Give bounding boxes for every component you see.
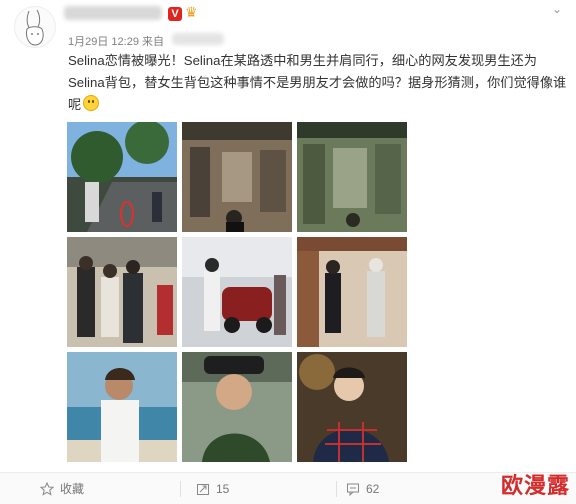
bunny-avatar [26,9,44,46]
separator [180,481,181,497]
comment-count: 62 [366,481,380,496]
photo-9[interactable] [297,352,407,462]
photo-5[interactable] [182,237,292,347]
post-body: Selina恋情被曝光！Selina在某路透中和男生并肩同行，细心的网友发现男生… [68,53,567,112]
photo-3[interactable] [297,122,407,232]
repost-icon [197,483,209,495]
post-meta: 1月29日 12:29 来自 [68,36,164,48]
photo-7[interactable] [67,352,177,462]
photo-grid [67,122,407,464]
smile-emoji [83,95,100,111]
repost-button[interactable]: 15 [196,473,229,504]
favorite-button[interactable]: 收藏 [40,473,84,504]
separator [336,481,337,497]
comment-button[interactable]: 62 [346,473,379,504]
photo-4[interactable] [67,237,177,347]
site-watermark: 欧漫露 [500,474,570,499]
post-actions: 收藏 15 62 [0,473,576,504]
chevron-down-icon[interactable]: ⌄ [552,2,562,16]
repost-count: 15 [216,481,230,496]
photo-1[interactable] [67,122,177,232]
verified-badge: V [168,7,182,21]
photo-6[interactable] [297,237,407,347]
post-text: Selina恋情被曝光！Selina在某路透中和男生并肩同行，细心的网友发现男生… [68,50,568,116]
favorite-label: 收藏 [60,482,85,496]
weibo-post-card: V ♛ ⌄ 1月29日 12:29 来自 Selina恋情被曝光！Selina在… [0,0,576,504]
avatar[interactable] [14,6,56,48]
username-redacted[interactable] [64,6,162,20]
source-redacted [172,33,224,45]
photo-2[interactable] [182,122,292,232]
member-crown-icon: ♛ [185,5,198,21]
photo-8[interactable] [182,352,292,462]
comment-icon [347,483,359,496]
star-icon [40,481,54,496]
